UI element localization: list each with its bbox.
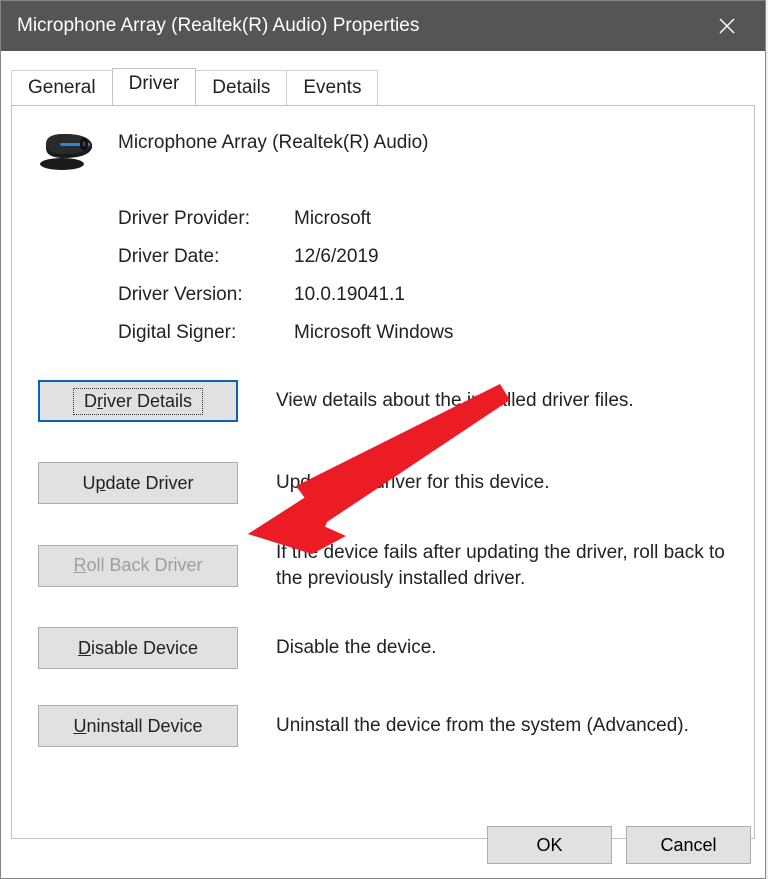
disable-device-button[interactable]: Disable Device bbox=[38, 627, 238, 669]
un-post: ninstall Device bbox=[86, 716, 202, 736]
ok-button[interactable]: OK bbox=[487, 826, 612, 864]
cancel-button[interactable]: Cancel bbox=[626, 826, 751, 864]
row-disable: Disable Device Disable the device. bbox=[38, 627, 734, 669]
rb-u: R bbox=[73, 555, 86, 575]
window-title: Microphone Array (Realtek(R) Audio) Prop… bbox=[17, 15, 705, 37]
disable-desc: Disable the device. bbox=[276, 635, 734, 661]
driver-details-desc: View details about the installed driver … bbox=[276, 388, 734, 414]
update-driver-button[interactable]: Update Driver bbox=[38, 462, 238, 504]
signer-value: Microsoft Windows bbox=[294, 322, 453, 344]
rb-post: oll Back Driver bbox=[86, 555, 202, 575]
version-label: Driver Version: bbox=[118, 284, 294, 306]
dd-pre: D bbox=[84, 391, 97, 411]
un-u: U bbox=[73, 716, 86, 736]
ud-post: date Driver bbox=[105, 473, 193, 493]
info-row-provider: Driver Provider: Microsoft bbox=[118, 208, 734, 230]
uninstall-desc: Uninstall the device from the system (Ad… bbox=[276, 713, 734, 739]
signer-label: Digital Signer: bbox=[118, 322, 294, 344]
dialog-bottom-buttons: OK Cancel bbox=[487, 826, 751, 864]
row-driver-details: Driver Details View details about the in… bbox=[38, 380, 734, 422]
tab-content-driver: Microphone Array (Realtek(R) Audio) Driv… bbox=[11, 105, 755, 839]
update-driver-desc: Update the driver for this device. bbox=[276, 470, 734, 496]
tab-strip: General Driver Details Events bbox=[11, 70, 765, 106]
dis-u: D bbox=[78, 638, 91, 658]
date-label: Driver Date: bbox=[118, 246, 294, 268]
webcam-device-icon bbox=[38, 130, 96, 172]
driver-info-grid: Driver Provider: Microsoft Driver Date: … bbox=[118, 208, 734, 344]
properties-window: Microphone Array (Realtek(R) Audio) Prop… bbox=[0, 0, 766, 879]
close-icon bbox=[718, 17, 736, 35]
dd-post: iver Details bbox=[103, 391, 192, 411]
roll-back-desc: If the device fails after updating the d… bbox=[276, 540, 734, 591]
ud-pre: U bbox=[82, 473, 95, 493]
info-row-signer: Digital Signer: Microsoft Windows bbox=[118, 322, 734, 344]
row-roll-back: Roll Back Driver If the device fails aft… bbox=[38, 540, 734, 591]
row-update-driver: Update Driver Update the driver for this… bbox=[38, 462, 734, 504]
roll-back-driver-button: Roll Back Driver bbox=[38, 545, 238, 587]
tab-driver[interactable]: Driver bbox=[112, 68, 197, 104]
row-uninstall: Uninstall Device Uninstall the device fr… bbox=[38, 705, 734, 747]
ud-u: p bbox=[95, 473, 105, 493]
dis-post: isable Device bbox=[91, 638, 198, 658]
date-value: 12/6/2019 bbox=[294, 246, 379, 268]
uninstall-device-button[interactable]: Uninstall Device bbox=[38, 705, 238, 747]
close-button[interactable] bbox=[705, 4, 749, 48]
tab-details[interactable]: Details bbox=[195, 70, 287, 106]
info-row-date: Driver Date: 12/6/2019 bbox=[118, 246, 734, 268]
tab-general[interactable]: General bbox=[11, 70, 113, 106]
tab-events[interactable]: Events bbox=[286, 70, 378, 106]
provider-label: Driver Provider: bbox=[118, 208, 294, 230]
provider-value: Microsoft bbox=[294, 208, 371, 230]
titlebar: Microphone Array (Realtek(R) Audio) Prop… bbox=[1, 1, 765, 51]
device-name-text: Microphone Array (Realtek(R) Audio) bbox=[118, 126, 428, 154]
version-value: 10.0.19041.1 bbox=[294, 284, 405, 306]
device-header: Microphone Array (Realtek(R) Audio) bbox=[38, 126, 734, 172]
info-row-version: Driver Version: 10.0.19041.1 bbox=[118, 284, 734, 306]
driver-details-button[interactable]: Driver Details bbox=[38, 380, 238, 422]
